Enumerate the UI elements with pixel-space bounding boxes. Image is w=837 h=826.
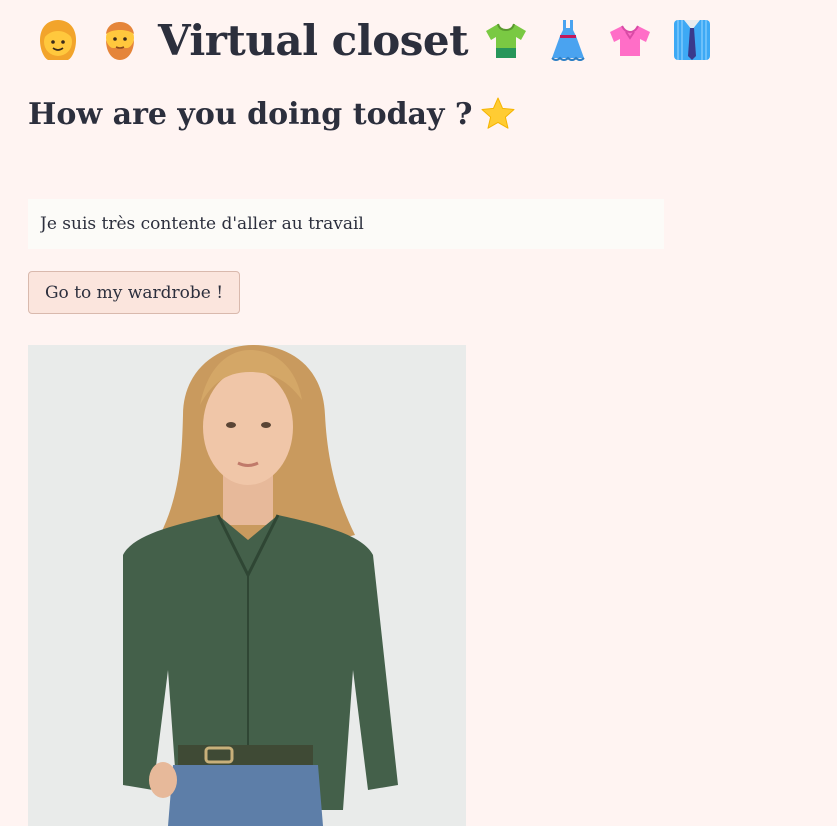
app-title: Virtual closet — [158, 15, 468, 65]
woman-emoji-icon — [34, 16, 82, 64]
greeting-heading: How are you doing today ? — [28, 96, 516, 132]
star-emoji-icon — [480, 96, 516, 132]
go-to-wardrobe-button[interactable]: Go to my wardrobe ! — [28, 271, 240, 314]
outfit-photo — [28, 345, 466, 826]
dress-emoji-icon — [544, 16, 592, 64]
mood-input[interactable] — [28, 199, 664, 249]
bearded-man-emoji-icon — [96, 16, 144, 64]
blouse-emoji-icon — [606, 16, 654, 64]
header: Virtual closet — [34, 12, 730, 68]
suit-shirt-tie-emoji-icon — [668, 16, 716, 64]
t-shirt-emoji-icon — [482, 16, 530, 64]
greeting-text: How are you doing today ? — [28, 96, 473, 132]
